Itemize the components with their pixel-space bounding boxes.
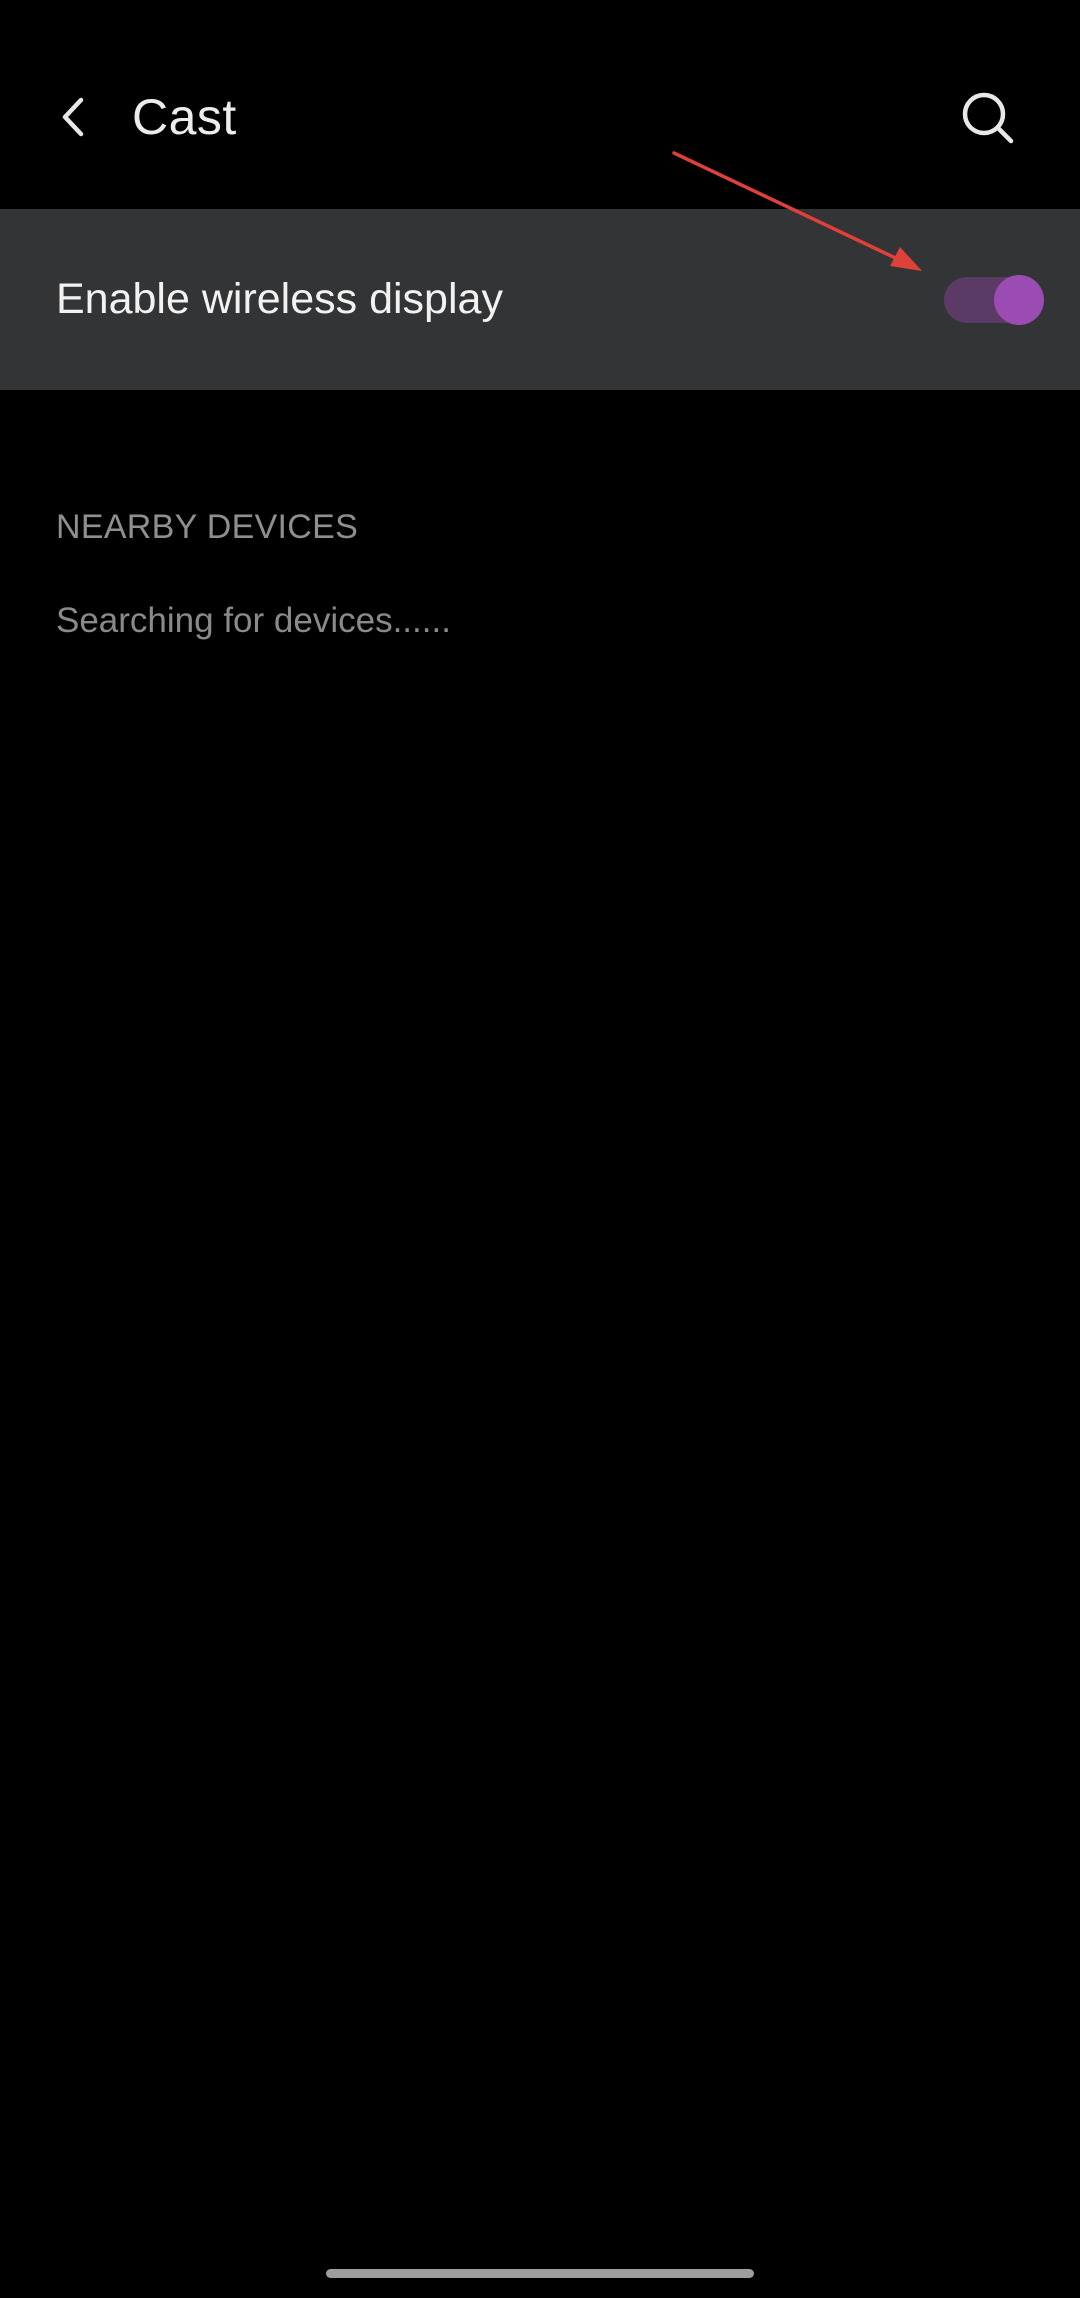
toggle-thumb [994,275,1044,325]
wireless-display-toggle[interactable] [944,275,1044,325]
home-indicator[interactable] [326,2269,754,2278]
searching-status-text: Searching for devices...... [56,601,451,640]
search-icon [962,92,1014,144]
back-button[interactable] [40,77,106,157]
nearby-devices-header: NEARBY DEVICES [56,508,359,546]
app-bar: Cast [0,0,1080,209]
page-title: Cast [132,89,237,145]
enable-wireless-display-row[interactable]: Enable wireless display [0,209,1080,390]
chevron-left-icon [62,97,84,137]
enable-wireless-display-label: Enable wireless display [56,275,503,323]
search-button[interactable] [948,78,1028,158]
